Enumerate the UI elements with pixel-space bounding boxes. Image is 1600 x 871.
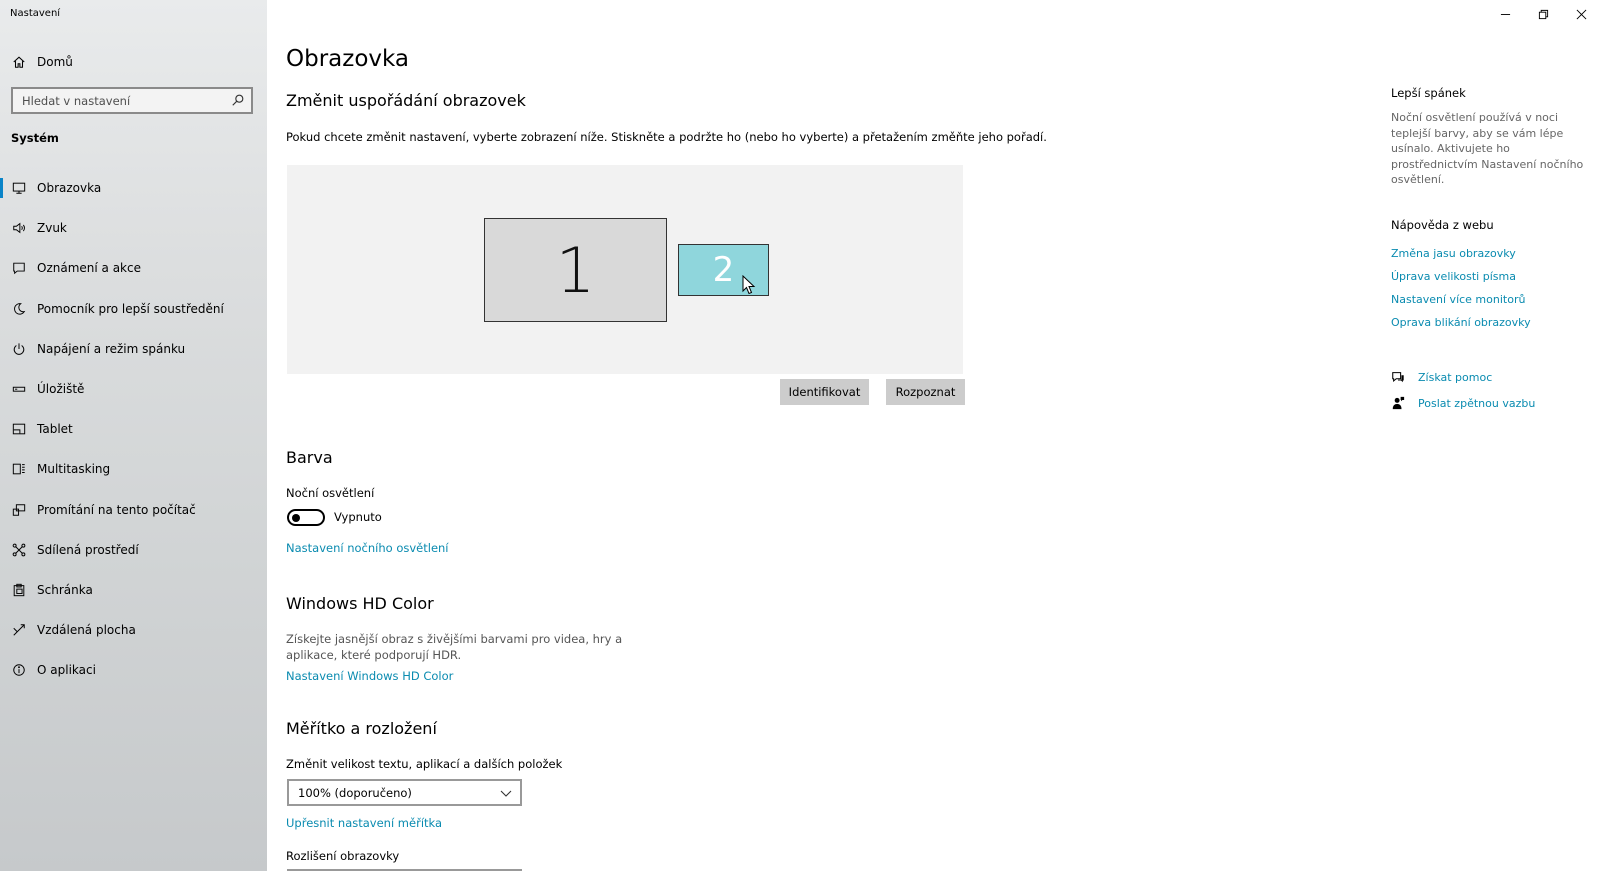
detect-button[interactable]: Rozpoznat	[886, 379, 965, 405]
sidebar-item-label: Promítání na tento počítač	[37, 502, 196, 517]
main-content: Obrazovka Změnit uspořádání obrazovek Po…	[286, 0, 1336, 871]
sidebar-item-shared-experiences[interactable]: Sdílená prostředí	[0, 530, 267, 570]
help-link-brightness[interactable]: Změna jasu obrazovky	[1391, 247, 1516, 260]
arrange-description: Pokud chcete změnit nastavení, vyberte z…	[286, 130, 1047, 144]
sidebar-item-label: Zvuk	[37, 221, 67, 236]
speaker-icon	[13, 222, 25, 234]
help-link-font-size[interactable]: Úprava velikosti písma	[1391, 270, 1516, 283]
hd-color-description: Získejte jasnější obraz s živějšími barv…	[286, 632, 623, 662]
chat-help-icon	[1392, 372, 1404, 383]
sidebar-item-label: Obrazovka	[37, 181, 102, 196]
sidebar-home-label: Domů	[37, 55, 73, 69]
scale-dropdown-value: 100% (doporučeno)	[298, 785, 412, 800]
sidebar-item-label: Napájení a režim spánku	[37, 341, 186, 356]
sidebar-item-projecting[interactable]: Promítání na tento počítač	[0, 490, 267, 530]
identify-button[interactable]: Identifikovat	[780, 379, 869, 405]
sidebar-item-display[interactable]: Obrazovka	[0, 168, 267, 208]
hd-color-settings-link[interactable]: Nastavení Windows HD Color	[286, 669, 453, 683]
help-link-flickering[interactable]: Oprava blikání obrazovky	[1391, 316, 1531, 329]
sleep-heading: Lepší spánek	[1391, 86, 1466, 100]
sidebar-item-about[interactable]: O aplikaci	[0, 650, 267, 690]
sidebar-item-label: Sdílená prostředí	[37, 542, 139, 557]
sidebar-item-sound[interactable]: Zvuk	[0, 208, 267, 248]
scale-dropdown[interactable]: 100% (doporučeno)	[287, 779, 522, 806]
sidebar-item-label: Úložiště	[37, 382, 85, 397]
sidebar-item-label: Vzdálená plocha	[37, 623, 136, 638]
arrange-heading: Změnit uspořádání obrazovek	[286, 91, 526, 110]
scale-size-label: Změnit velikost textu, aplikací a dalšíc…	[286, 757, 563, 771]
sidebar-item-notifications[interactable]: Oznámení a akce	[0, 248, 267, 288]
moon-icon	[14, 302, 26, 315]
clipboard-icon	[13, 583, 25, 597]
color-heading: Barva	[286, 448, 333, 467]
feedback-label: Poslat zpětnou vazbu	[1418, 396, 1536, 410]
search-input[interactable]: Hledat v nastavení	[11, 87, 253, 114]
search-placeholder: Hledat v nastavení	[22, 93, 131, 108]
scale-heading: Měřítko a rozložení	[286, 719, 437, 738]
home-icon	[13, 56, 25, 68]
sidebar-item-label: Multitasking	[37, 462, 111, 477]
hd-color-heading: Windows HD Color	[286, 594, 434, 613]
monitor-1[interactable]: 1	[484, 218, 667, 322]
info-icon	[13, 664, 25, 677]
feedback-icon	[1392, 396, 1405, 410]
power-icon	[13, 343, 25, 355]
night-light-label: Noční osvětlení	[286, 486, 375, 500]
sidebar-item-label: Tablet	[37, 422, 73, 437]
chevron-down-icon	[500, 790, 512, 797]
right-panel: Lepší spánek Noční osvětlení používá v n…	[1391, 0, 1600, 871]
sidebar-home[interactable]: Domů	[12, 52, 73, 72]
sidebar-item-remote-desktop[interactable]: Vzdálená plocha	[0, 610, 267, 650]
sidebar-item-storage[interactable]: Úložiště	[0, 369, 267, 409]
remote-desktop-icon	[13, 624, 25, 636]
sidebar-item-power[interactable]: Napájení a režim spánku	[0, 329, 267, 369]
monitor-arrangement-area[interactable]: 1 2	[287, 165, 963, 374]
shared-icon	[12, 543, 26, 557]
toggle-knob	[292, 513, 300, 522]
web-help-heading: Nápověda z webu	[1391, 218, 1494, 232]
advanced-scaling-link[interactable]: Upřesnit nastavení měřítka	[286, 816, 442, 830]
resolution-label: Rozlišení obrazovky	[286, 849, 400, 863]
tablet-icon	[12, 423, 26, 435]
storage-icon	[12, 386, 26, 392]
search-icon	[232, 94, 244, 106]
help-link-multiple-monitors[interactable]: Nastavení více monitorů	[1391, 293, 1525, 306]
monitor-icon	[12, 182, 26, 194]
section-label: Systém	[11, 131, 59, 145]
multitasking-icon	[12, 464, 25, 475]
sleep-text: Noční osvětlení používá v noci teplejší …	[1391, 111, 1584, 186]
sidebar-item-label: Pomocník pro lepší soustředění	[37, 301, 224, 316]
sidebar-item-label: Schránka	[37, 582, 93, 597]
projecting-icon	[12, 503, 26, 516]
app-title: Nastavení	[10, 8, 61, 19]
sidebar-item-clipboard[interactable]: Schránka	[0, 570, 267, 610]
sidebar-nav: Obrazovka Zvuk Oznámení a akce Pomocník …	[0, 168, 267, 690]
night-light-settings-link[interactable]: Nastavení nočního osvětlení	[286, 541, 449, 555]
night-light-toggle[interactable]	[287, 509, 325, 526]
get-help-link[interactable]: Získat pomoc	[1391, 370, 1492, 384]
mouse-cursor-icon	[742, 275, 756, 295]
get-help-label: Získat pomoc	[1418, 370, 1493, 384]
sidebar: Nastavení Domů Hledat v nastavení Systém…	[0, 0, 267, 871]
sidebar-item-tablet[interactable]: Tablet	[0, 409, 267, 449]
feedback-link[interactable]: Poslat zpětnou vazbu	[1391, 396, 1535, 410]
night-light-state: Vypnuto	[334, 510, 382, 524]
notification-icon	[13, 263, 25, 275]
sidebar-item-focus-assist[interactable]: Pomocník pro lepší soustředění	[0, 289, 267, 329]
sidebar-item-label: O aplikaci	[37, 663, 96, 678]
sidebar-item-label: Oznámení a akce	[37, 261, 141, 276]
sidebar-item-multitasking[interactable]: Multitasking	[0, 449, 267, 489]
page-title: Obrazovka	[286, 46, 410, 72]
